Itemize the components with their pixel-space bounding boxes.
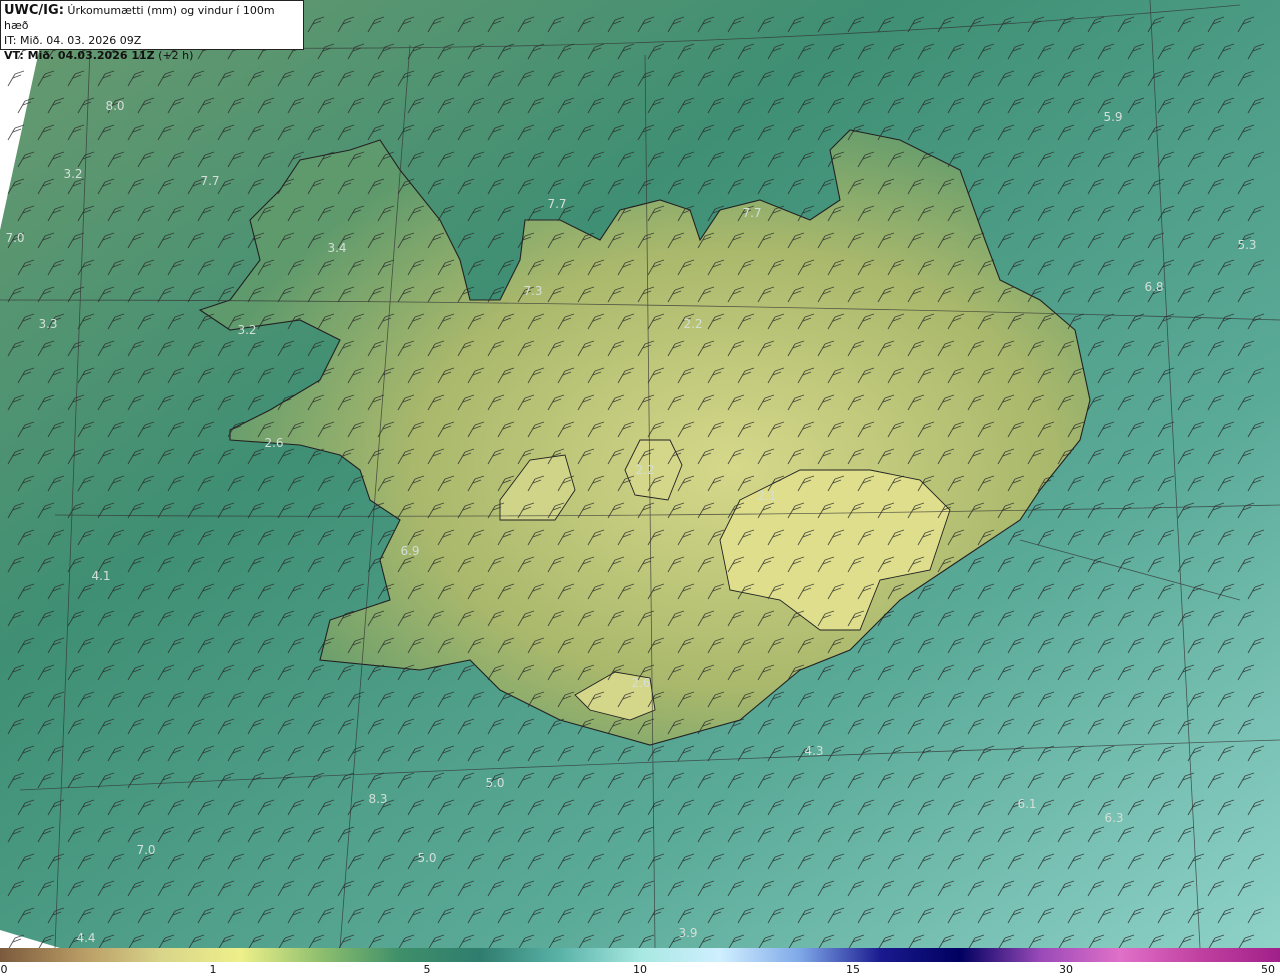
colorbar-tick: 50 [1261,963,1275,976]
map-value-label: 7.0 [136,843,155,857]
map-value-label: 3.2 [237,323,256,337]
map-value-label: 3.4 [327,241,346,255]
colorbar-tick: 15 [846,963,860,976]
map-value-label: 7.7 [547,197,566,211]
colorbar-tick: 10 [633,963,647,976]
map-value-label: 3.2 [63,167,82,181]
map-value-label: 5.9 [1103,110,1122,124]
map-value-label: 2.6 [264,436,283,450]
map-value-label: 2.6 [631,676,650,690]
colorbar-tick: 0 [0,963,8,976]
map-value-label: 6.8 [1144,280,1163,294]
map-value-label: 8.3 [368,792,387,806]
map-value-label: 6.1 [1017,797,1036,811]
map-value-label: 4.1 [91,569,110,583]
weather-map: 8.0 3.2 7.7 7.0 3.4 3.3 3.2 7.7 7.3 7.7 5.9 5.3 6.8 2… [0,0,1280,948]
title-line: UWC/IG: Úrkomumætti (mm) og vindur í 100… [4,3,300,33]
colorbar-tick: 5 [423,963,431,976]
valid-time: VT: Mið. 04.03.2026 11Z [4,49,155,62]
map-value-label: 5.0 [417,851,436,865]
map-value-label: 5.0 [485,776,504,790]
colorbar [0,948,1280,962]
map-value-label: 7.7 [742,206,761,220]
colorbar-tick: 1 [209,963,217,976]
map-value-label: 2.2 [683,317,702,331]
map-value-label: 3.3 [38,317,57,331]
colorbar-legend: 0 1 5 10 15 30 50 [0,948,1280,978]
map-value-label: 6.9 [400,544,419,558]
map-value-label: 4.4 [76,931,95,945]
map-value-label: 6.3 [1104,811,1123,825]
map-value-label: 2.1 [757,489,776,503]
map-value-label: 7.3 [523,284,542,298]
product-code: UWC/IG: [4,3,64,18]
map-value-label: 4.3 [804,744,823,758]
valid-time-line: VT: Mið. 04.03.2026 11Z (+2 h) [4,48,300,63]
info-box: UWC/IG: Úrkomumætti (mm) og vindur í 100… [0,0,304,62]
map-value-label: 3.9 [678,926,697,940]
lead-time: (+2 h) [154,49,194,62]
map-value-label: 7.7 [200,174,219,188]
init-time: IT: Mið. 04. 03. 2026 09Z [4,34,142,47]
map-value-label: 2.2 [635,463,654,477]
map-value-label: 8.0 [105,99,124,113]
map-value-label: 7.0 [5,231,24,245]
map-value-label: 5.3 [1237,238,1256,252]
colorbar-tick: 30 [1059,963,1073,976]
